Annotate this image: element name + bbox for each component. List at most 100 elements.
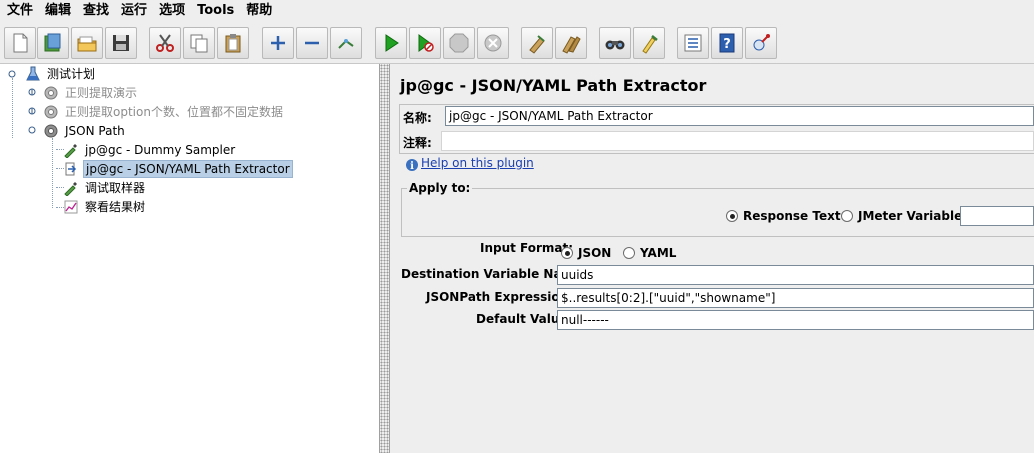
tree-node-test-plan[interactable]: 测试计划	[24, 65, 97, 83]
help-on-plugin-link[interactable]: Help on this plugin	[421, 156, 534, 170]
remote-button[interactable]	[745, 27, 777, 59]
tree-node-label: 测试计划	[47, 67, 96, 81]
start-no-timers-icon	[418, 34, 434, 52]
shutdown-button[interactable]	[477, 27, 509, 59]
save-button[interactable]	[105, 27, 137, 59]
input-format-label: Input Format:	[480, 241, 574, 255]
search-icon	[605, 40, 625, 50]
collapse-icon	[305, 41, 319, 45]
menu-edit[interactable]: 编辑	[40, 0, 76, 22]
thread-group-gear-icon	[42, 84, 60, 102]
cut-button[interactable]	[149, 27, 181, 59]
destination-variable-field[interactable]: uuids	[557, 265, 1034, 285]
response-text-label: Response Text	[743, 209, 841, 223]
tree-node-dummy-sampler[interactable]: jp@gc - Dummy Sampler	[62, 141, 237, 159]
tree-node-thread-group[interactable]: 正则提取演示	[42, 84, 139, 102]
templates-icon	[44, 33, 61, 52]
start-icon	[385, 34, 399, 52]
expand-icon	[271, 36, 285, 50]
listener-chart-icon	[62, 198, 80, 216]
help-button[interactable]: ?	[711, 27, 743, 59]
comment-field[interactable]	[441, 131, 1034, 151]
tree-node-thread-group[interactable]: 正则提取option个数、位置都不固定数据	[42, 103, 285, 121]
split-pane-divider[interactable]	[380, 64, 390, 453]
svg-text:i: i	[410, 161, 414, 172]
start-no-timers-button[interactable]	[409, 27, 441, 59]
sampler-pipette-icon	[62, 179, 80, 197]
tree-node-json-extractor[interactable]: jp@gc - JSON/YAML Path Extractor	[62, 160, 293, 178]
search-button[interactable]	[599, 27, 631, 59]
tree-node-label: 正则提取option个数、位置都不固定数据	[65, 105, 283, 119]
menu-file[interactable]: 文件	[2, 0, 38, 22]
menu-tools[interactable]: Tools	[192, 0, 239, 22]
name-field[interactable]: jp@gc - JSON/YAML Path Extractor	[445, 106, 1034, 126]
help-icon: ?	[719, 33, 735, 53]
shutdown-icon	[484, 34, 502, 52]
function-helper-icon	[684, 34, 702, 52]
start-button[interactable]	[375, 27, 407, 59]
toolbar: ?	[0, 22, 1034, 64]
paste-icon	[225, 34, 241, 53]
tree-connector	[12, 78, 13, 138]
jmeter-variable-radio[interactable]	[841, 210, 853, 222]
test-plan-icon	[24, 65, 42, 83]
paste-button[interactable]	[217, 27, 249, 59]
toggle-icon	[338, 39, 354, 49]
collapse-toggle-icon[interactable]	[7, 69, 17, 79]
menu-bar: 文件 编辑 查找 运行 选项 Tools 帮助	[0, 0, 1034, 22]
svg-text:?: ?	[723, 37, 731, 52]
json-format-label: JSON	[578, 246, 612, 260]
yaml-format-label: YAML	[640, 246, 677, 260]
json-format-radio[interactable]	[561, 247, 573, 259]
sampler-pipette-icon	[62, 141, 80, 159]
collapse-toggle-icon[interactable]	[27, 125, 37, 135]
response-text-radio[interactable]	[726, 210, 738, 222]
expand-toggle-icon[interactable]	[27, 87, 37, 97]
clear-button[interactable]	[521, 27, 553, 59]
menu-help[interactable]: 帮助	[241, 0, 277, 22]
templates-button[interactable]	[37, 27, 69, 59]
clear-icon	[529, 35, 545, 54]
menu-run[interactable]: 运行	[116, 0, 152, 22]
tree-node-label: 察看结果树	[85, 200, 146, 214]
default-value-field[interactable]: null------	[557, 310, 1034, 330]
tree-connector	[52, 138, 53, 208]
tree-node-results-tree[interactable]: 察看结果树	[62, 198, 147, 216]
expand-button[interactable]	[262, 27, 294, 59]
save-icon	[113, 35, 129, 51]
name-label: 名称:	[403, 111, 432, 125]
stop-button[interactable]	[443, 27, 475, 59]
copy-button[interactable]	[183, 27, 215, 59]
jsonpath-expression-label: JSONPath Expression:	[426, 290, 573, 304]
tree-node-debug-sampler[interactable]: 调试取样器	[62, 179, 147, 197]
menu-options[interactable]: 选项	[154, 0, 190, 22]
comment-label: 注释:	[403, 136, 432, 150]
stop-icon	[449, 33, 469, 53]
jmeter-variable-label: JMeter Variable:	[858, 209, 968, 223]
expand-toggle-icon[interactable]	[27, 106, 37, 116]
tree-node-label: jp@gc - JSON/YAML Path Extractor	[83, 160, 293, 178]
open-button[interactable]	[71, 27, 103, 59]
clear-all-button[interactable]	[555, 27, 587, 59]
yaml-format-radio[interactable]	[623, 247, 635, 259]
new-button[interactable]	[4, 27, 36, 59]
apply-to-legend: Apply to:	[407, 181, 473, 195]
remote-icon	[753, 34, 770, 51]
tree-node-label: 正则提取演示	[65, 86, 138, 100]
jmeter-variable-field[interactable]	[960, 206, 1034, 226]
function-helper-button[interactable]	[677, 27, 709, 59]
menu-search[interactable]: 查找	[78, 0, 114, 22]
new-icon	[13, 33, 28, 53]
collapse-button[interactable]	[296, 27, 328, 59]
copy-icon	[190, 34, 208, 53]
tree-node-thread-group[interactable]: JSON Path	[42, 122, 127, 140]
cut-icon	[156, 34, 174, 52]
thread-group-gear-icon	[42, 103, 60, 121]
toggle-button[interactable]	[330, 27, 362, 59]
reset-search-button[interactable]	[633, 27, 665, 59]
tree-node-label: jp@gc - Dummy Sampler	[85, 143, 236, 157]
open-icon	[77, 36, 97, 52]
jsonpath-expression-field[interactable]: $..results[0:2].["uuid","showname"]	[557, 288, 1034, 308]
extractor-arrow-icon	[62, 160, 80, 178]
thread-group-gear-icon	[42, 122, 60, 140]
